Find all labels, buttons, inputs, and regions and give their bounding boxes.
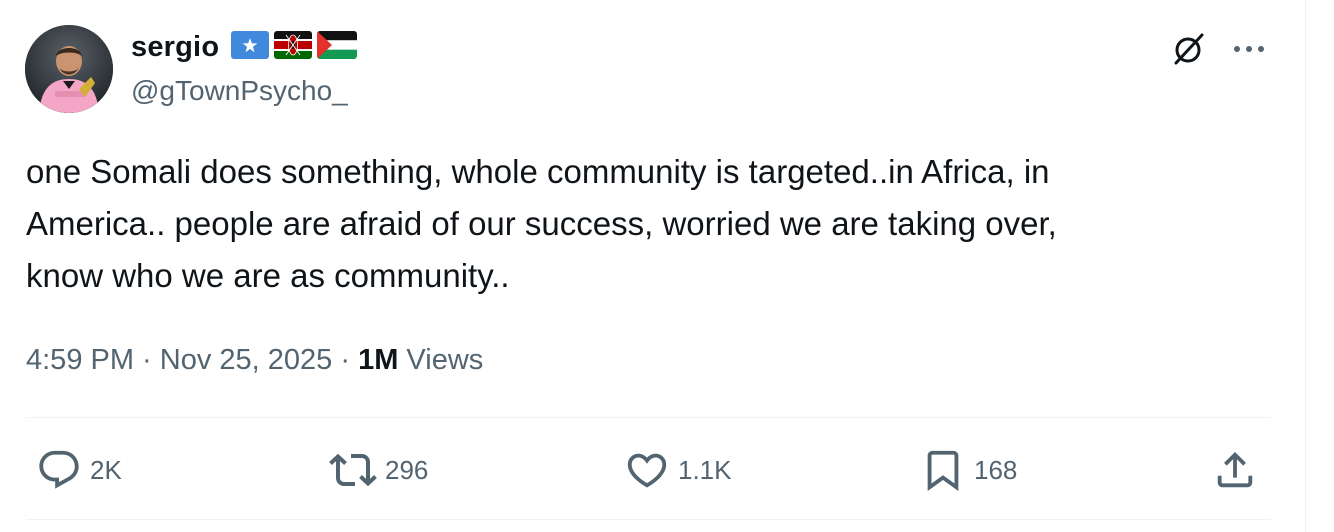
share-button[interactable] bbox=[1212, 446, 1258, 494]
bookmark-button[interactable]: 168 bbox=[920, 446, 1017, 494]
palestine-flag-icon bbox=[317, 30, 358, 64]
repost-icon bbox=[329, 446, 377, 494]
bookmark-icon bbox=[920, 447, 966, 493]
grok-icon[interactable] bbox=[1168, 28, 1210, 70]
views-count: 1M bbox=[358, 343, 399, 376]
column-border bbox=[1305, 0, 1306, 532]
author-display-name[interactable]: sergio bbox=[131, 31, 219, 64]
meta-separator: · bbox=[332, 343, 359, 376]
like-button[interactable]: 1.1K bbox=[624, 446, 732, 494]
author-handle[interactable]: @gTownPsycho_ bbox=[131, 75, 348, 107]
views-label: Views bbox=[398, 343, 484, 376]
somalia-flag-icon bbox=[231, 30, 270, 64]
more-options-icon[interactable] bbox=[1228, 28, 1270, 70]
heart-icon bbox=[624, 447, 670, 493]
tweet-text-line: America.. people are afraid of our succe… bbox=[26, 205, 1057, 242]
divider bbox=[26, 519, 1271, 520]
tweet-date[interactable]: Nov 25, 2025 bbox=[160, 344, 333, 377]
author-flags bbox=[231, 30, 358, 64]
tweet-meta: 4:59 PM · Nov 25, 2025 · 1M Views bbox=[26, 338, 483, 382]
reply-icon bbox=[36, 447, 82, 493]
tweet-text-line: know who we are as community.. bbox=[26, 257, 510, 294]
bookmark-count: 168 bbox=[974, 454, 1018, 485]
author-name-row[interactable]: sergio bbox=[131, 28, 358, 66]
tweet-text-line: one Somali does something, whole communi… bbox=[26, 153, 1050, 190]
like-count: 1.1K bbox=[678, 454, 732, 485]
share-icon bbox=[1212, 447, 1258, 493]
reply-count: 2K bbox=[90, 454, 122, 485]
meta-separator: · bbox=[134, 343, 160, 376]
kenya-flag-icon bbox=[274, 30, 313, 64]
divider bbox=[26, 417, 1271, 418]
repost-button[interactable]: 296 bbox=[329, 446, 428, 494]
reply-button[interactable]: 2K bbox=[36, 446, 122, 494]
tweet-text: one Somali does something, whole communi… bbox=[26, 146, 1276, 302]
avatar[interactable] bbox=[25, 25, 113, 113]
tweet-time[interactable]: 4:59 PM bbox=[26, 344, 134, 377]
repost-count: 296 bbox=[385, 454, 429, 485]
